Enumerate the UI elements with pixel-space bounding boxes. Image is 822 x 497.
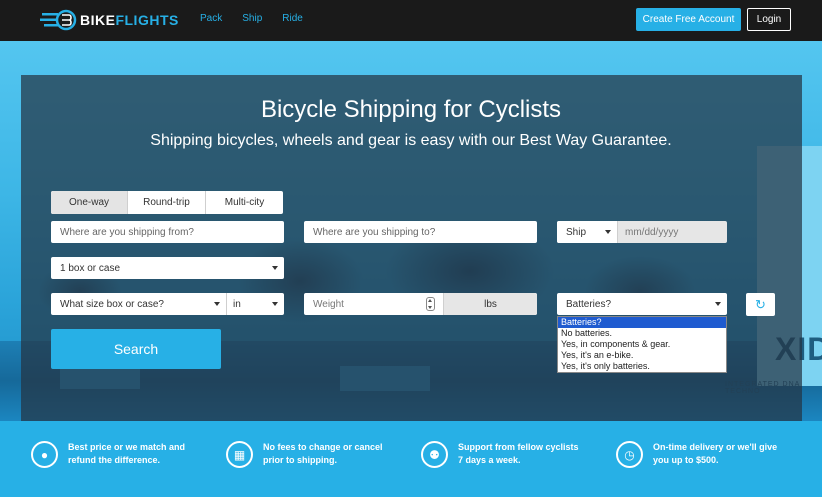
page-subtitle: Shipping bicycles, wheels and gear is ea… — [150, 132, 672, 149]
bikeflights-logo[interactable]: BIKEFLIGHTS — [40, 8, 179, 32]
chevron-down-icon — [715, 302, 721, 306]
benefits-bar: ● Best price or we match and refund the … — [0, 421, 822, 497]
benefit-item: ▦ No fees to change or cancel prior to s… — [226, 441, 391, 468]
weight-input[interactable]: Weight — [304, 293, 443, 315]
benefit-text: Best price or we match and refund the di… — [68, 442, 186, 465]
clock-icon: ◷ — [616, 441, 643, 468]
piggy-bank-icon: ● — [31, 441, 58, 468]
chevron-down-icon — [272, 302, 278, 306]
number-spinner-icon[interactable] — [426, 297, 435, 311]
batteries-option[interactable]: Yes, in components & gear. — [558, 339, 726, 350]
batteries-option[interactable]: Batteries? — [558, 317, 726, 328]
trip-type-tabs: One-way Round-trip Multi-city — [51, 191, 283, 214]
weight-unit-label: lbs — [443, 293, 537, 315]
support-icon: ⚉ — [421, 441, 448, 468]
ship-mode-select-value: Ship — [566, 226, 587, 238]
origin-input[interactable]: Where are you shipping from? — [51, 221, 284, 243]
batteries-option[interactable]: Yes, it's only batteries. — [558, 361, 726, 372]
size-group: What size box or case? in — [51, 293, 284, 315]
benefit-item: ◷ On-time delivery or we'll give you up … — [616, 441, 781, 468]
weight-input-placeholder: Weight — [313, 298, 344, 310]
login-button[interactable]: Login — [747, 8, 791, 31]
box-size-select[interactable]: What size box or case? — [51, 293, 226, 315]
tab-multi-city[interactable]: Multi-city — [206, 191, 283, 214]
size-unit-select-value: in — [233, 298, 241, 310]
hero-section: XIDT INTEGRATED DNA TECHNO Bicycle Shipp… — [0, 41, 822, 421]
box-size-select-value: What size box or case? — [60, 298, 164, 310]
batteries-option[interactable]: No batteries. — [558, 328, 726, 339]
destination-input[interactable]: Where are you shipping to? — [304, 221, 537, 243]
benefit-text: Support from fellow cyclists 7 days a we… — [458, 442, 579, 465]
chevron-down-icon — [272, 266, 278, 270]
nav-link-pack[interactable]: Pack — [200, 13, 222, 24]
nav-link-ride[interactable]: Ride — [282, 13, 303, 24]
weight-group: Weight lbs — [304, 293, 537, 315]
size-unit-select[interactable]: in — [227, 293, 284, 315]
batteries-select[interactable]: Batteries? — [557, 293, 727, 315]
quantity-select[interactable]: 1 box or case — [51, 257, 284, 279]
chevron-down-icon — [605, 230, 611, 234]
logo-brand-left: BIKE — [80, 12, 116, 28]
refresh-icon: ↻ — [755, 296, 766, 312]
ship-date-input[interactable]: mm/dd/yyyy — [618, 221, 727, 243]
page-title: Bicycle Shipping for Cyclists — [260, 96, 562, 123]
main-nav: Pack Ship Ride — [200, 13, 323, 24]
search-button[interactable]: Search — [51, 329, 221, 369]
batteries-option[interactable]: Yes, it's an e-bike. — [558, 350, 726, 361]
refresh-button[interactable]: ↻ — [746, 293, 775, 316]
logo-wordmark: BIKEFLIGHTS — [80, 12, 179, 28]
batteries-dropdown-list: Batteries? No batteries. Yes, in compone… — [557, 316, 727, 373]
quantity-select-value: 1 box or case — [60, 262, 121, 274]
tab-round-trip[interactable]: Round-trip — [128, 191, 206, 214]
benefit-text: On-time delivery or we'll give you up to… — [653, 442, 778, 465]
batteries-select-value: Batteries? — [566, 298, 612, 310]
benefit-item: ● Best price or we match and refund the … — [31, 441, 196, 468]
nav-link-ship[interactable]: Ship — [242, 13, 262, 24]
benefit-text: No fees to change or cancel prior to shi… — [263, 442, 383, 465]
logo-mark-icon — [40, 9, 77, 31]
benefit-item: ⚉ Support from fellow cyclists 7 days a … — [421, 441, 586, 468]
logo-brand-right: FLIGHTS — [115, 12, 179, 28]
tab-one-way[interactable]: One-way — [51, 191, 128, 214]
calendar-icon: ▦ — [226, 441, 253, 468]
ship-date-group: Ship mm/dd/yyyy — [557, 221, 727, 243]
chevron-down-icon — [214, 302, 220, 306]
top-navigation-bar: BIKEFLIGHTS Pack Ship Ride Create Free A… — [0, 0, 822, 41]
create-account-button[interactable]: Create Free Account — [636, 8, 741, 31]
ship-mode-select[interactable]: Ship — [557, 221, 617, 243]
